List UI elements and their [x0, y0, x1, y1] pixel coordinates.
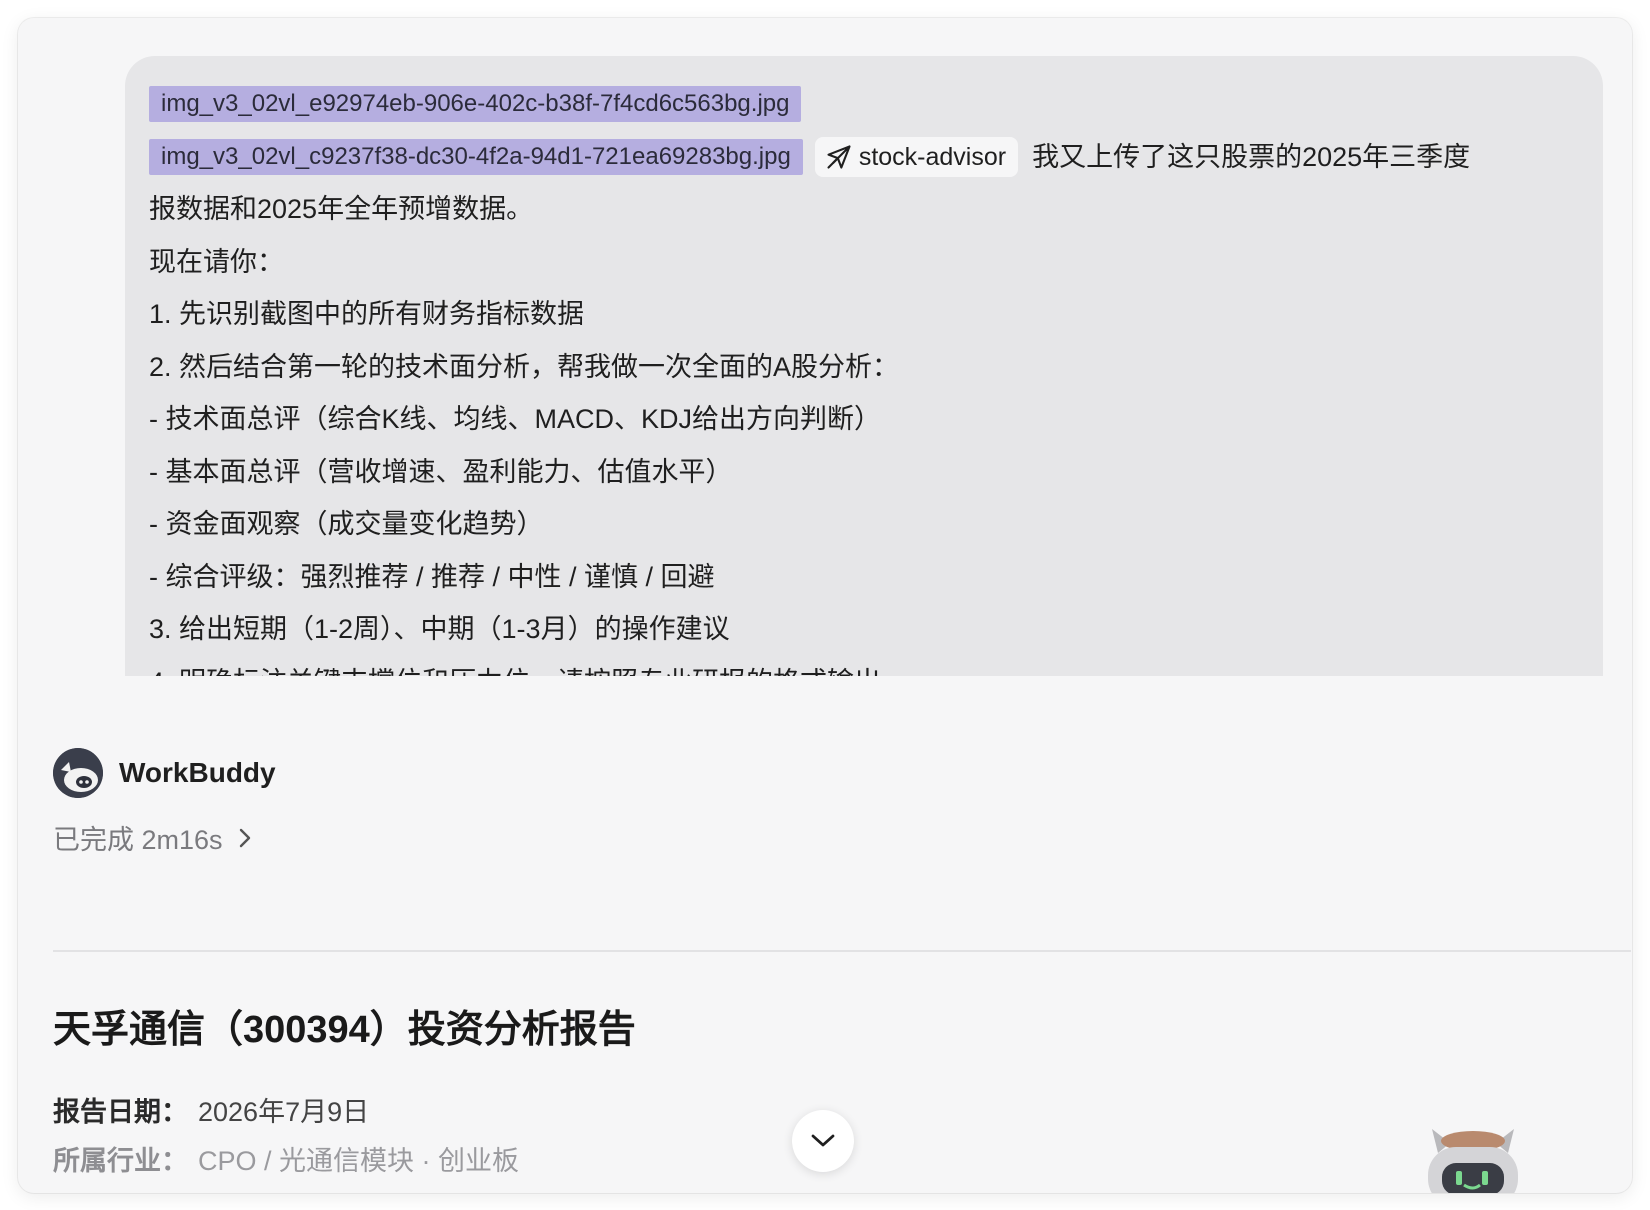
skill-label: stock-advisor — [858, 142, 1007, 171]
scroll-to-bottom-button[interactable] — [792, 1110, 854, 1172]
message-line: 4. 明确标注关键支撑位和压力位，请按照专业研报的格式输出 — [149, 656, 1579, 677]
message-line: - 资金面观察（成交量变化趋势） — [149, 509, 544, 539]
chat-window: img_v3_02vl_e92974eb-906e-402c-b38f-7f4c… — [18, 18, 1632, 1193]
report-industry-value: CPO / 光通信模块 · 创业板 — [198, 1146, 520, 1176]
chevron-down-icon — [811, 1134, 835, 1147]
user-message-bubble: img_v3_02vl_e92974eb-906e-402c-b38f-7f4c… — [125, 56, 1603, 676]
message-line: 现在请你： — [149, 246, 284, 277]
message-line: - 基本面总评（营收增速、盈利能力、估值水平） — [149, 456, 733, 487]
attachment-chip[interactable]: img_v3_02vl_c9237f38-dc30-4f2a-94d1-721e… — [149, 138, 803, 175]
status-text: 已完成 2m16s — [53, 825, 223, 855]
mascot-icon[interactable] — [1418, 1123, 1528, 1193]
assistant-header: WorkBuddy — [53, 748, 276, 798]
divider — [53, 950, 1631, 952]
attachment-chip[interactable]: img_v3_02vl_e92974eb-906e-402c-b38f-7f4c… — [149, 86, 802, 123]
report-date-value: 2026年7月9日 — [198, 1097, 370, 1127]
raccoon-avatar-icon — [53, 748, 103, 798]
attachment-line-1: img_v3_02vl_e92974eb-906e-402c-b38f-7f4c… — [149, 78, 1579, 131]
skill-chip[interactable]: stock-advisor — [814, 136, 1019, 177]
message-line: 1. 先识别截图中的所有财务指标数据 — [149, 299, 585, 329]
user-message-content: img_v3_02vl_e92974eb-906e-402c-b38f-7f4c… — [149, 78, 1579, 676]
report-date-row: 报告日期： 2026年7月9日 — [53, 1090, 369, 1129]
paper-plane-icon — [827, 145, 851, 169]
message-line: 报数据和2025年全年预增数据。 — [149, 194, 534, 224]
message-text: 我又上传了这只股票的2025年三季度 — [1032, 141, 1471, 172]
report-date-label: 报告日期： — [53, 1097, 188, 1127]
message-line: - 技术面总评（综合K线、均线、MACD、KDJ给出方向判断） — [149, 404, 882, 434]
message-line: 2. 然后结合第一轮的技术面分析，帮我做一次全面的A股分析： — [149, 351, 900, 382]
message-line: - 综合评级：强烈推荐 / 推荐 / 中性 / 谨慎 / 回避 — [149, 561, 715, 592]
attachment-line-2: img_v3_02vl_c9237f38-dc30-4f2a-94d1-721e… — [149, 131, 1579, 184]
report-industry-label: 所属行业： — [53, 1146, 188, 1176]
report-title: 天孚通信（300394）投资分析报告 — [53, 1009, 636, 1051]
message-line: 3. 给出短期（1-2周）、中期（1-3月）的操作建议 — [149, 614, 730, 644]
report-industry-row: 所属行业： CPO / 光通信模块 · 创业板 — [53, 1139, 519, 1178]
chevron-right-icon — [239, 828, 250, 847]
task-status[interactable]: 已完成 2m16s — [53, 818, 253, 857]
avatar — [53, 748, 103, 798]
assistant-name: WorkBuddy — [119, 757, 276, 788]
